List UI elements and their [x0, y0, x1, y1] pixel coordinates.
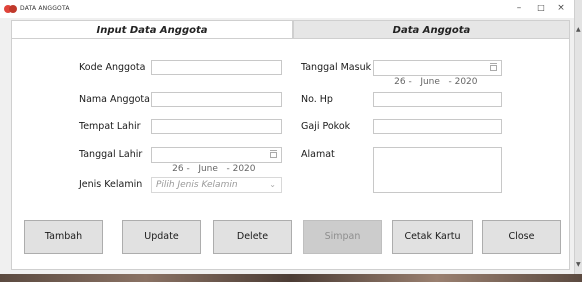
gaji-pokok-field[interactable]	[373, 119, 502, 134]
update-button[interactable]: Update	[122, 220, 201, 254]
cetak-kartu-button[interactable]: Cetak Kartu	[392, 220, 473, 254]
tempat-lahir-label: Tempat Lahir	[79, 121, 141, 132]
gaji-pokok-label: Gaji Pokok	[301, 121, 351, 132]
jenis-kelamin-combobox[interactable]: Pilih Jenis Kelamin ⌄	[151, 177, 282, 193]
delete-button[interactable]: Delete	[213, 220, 292, 254]
no-hp-label: No. Hp	[301, 94, 333, 105]
jenis-kelamin-label: Jenis Kelamin	[79, 179, 143, 190]
vertical-scrollbar[interactable]: ▲ ▼	[574, 0, 582, 274]
jenis-kelamin-placeholder: Pilih Jenis Kelamin	[156, 180, 238, 190]
close-window-icon[interactable]: ×	[554, 2, 568, 14]
maximize-icon[interactable]: □	[534, 2, 548, 14]
tanggal-masuk-label: Tanggal Masuk	[301, 62, 372, 73]
tanggal-lahir-value: 26 - June - 2020	[172, 164, 256, 174]
desktop-background	[0, 274, 582, 282]
chevron-down-icon[interactable]: ⌄	[269, 178, 276, 192]
nama-anggota-field[interactable]	[151, 92, 282, 107]
scroll-down-icon[interactable]: ▼	[576, 261, 581, 268]
tanggal-masuk-picker[interactable]: 26 - June - 2020	[373, 60, 502, 87]
tanggal-lahir-picker[interactable]: 26 - June - 2020	[151, 147, 282, 174]
simpan-button: Simpan	[303, 220, 382, 254]
nama-anggota-label: Nama Anggota	[79, 94, 150, 105]
app-icon	[4, 4, 17, 14]
no-hp-field[interactable]	[373, 92, 502, 107]
alamat-textarea[interactable]	[373, 147, 502, 193]
tanggal-masuk-value: 26 - June - 2020	[394, 77, 478, 87]
minimize-icon[interactable]: –	[512, 2, 526, 14]
kode-anggota-label: Kode Anggota	[79, 62, 146, 73]
alamat-label: Alamat	[301, 149, 335, 160]
calendar-icon[interactable]	[270, 150, 277, 158]
tambah-button[interactable]: Tambah	[24, 220, 103, 254]
tab-data-anggota[interactable]: Data Anggota	[293, 20, 570, 39]
title-bar: DATA ANGGOTA – □ ×	[0, 0, 574, 18]
data-anggota-window: DATA ANGGOTA – □ × Input Data Anggota Da…	[0, 0, 575, 275]
calendar-icon[interactable]	[490, 63, 497, 71]
close-button[interactable]: Close	[482, 220, 561, 254]
tab-strip: Input Data Anggota Data Anggota	[11, 20, 570, 39]
scroll-up-icon[interactable]: ▲	[576, 26, 581, 33]
kode-anggota-field[interactable]	[151, 60, 282, 75]
tempat-lahir-field[interactable]	[151, 119, 282, 134]
tanggal-lahir-label: Tanggal Lahir	[79, 149, 143, 160]
window-title: DATA ANGGOTA	[20, 5, 70, 12]
tab-input-data-anggota[interactable]: Input Data Anggota	[11, 20, 293, 39]
